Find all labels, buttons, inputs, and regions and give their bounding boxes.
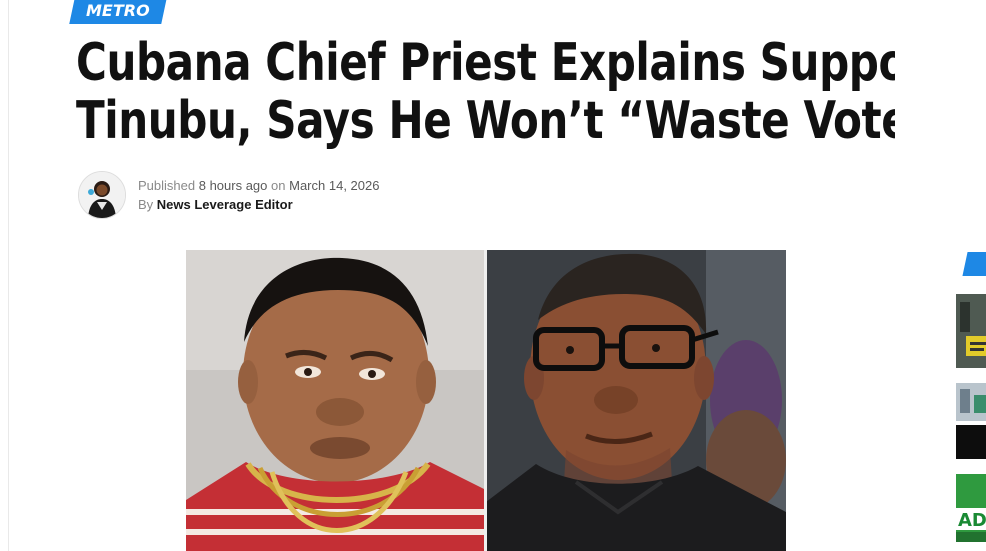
published-relative: 8 hours ago (198, 178, 268, 193)
headline-line-2: Tinubu, Says He Won’t “Waste Vote Again (76, 91, 895, 150)
author-info: By News Leverage Editor (138, 195, 379, 214)
published-on: on (271, 178, 286, 193)
avatar-icon (79, 172, 125, 218)
category-badge[interactable]: METRO (69, 0, 167, 24)
author-link[interactable]: News Leverage Editor (157, 197, 293, 212)
thumbnail-image: AD (956, 474, 986, 542)
sidebar-thumbnail-3[interactable]: AD (956, 474, 986, 542)
article-meta: Published 8 hours ago on March 14, 2026 … (138, 176, 379, 214)
sidebar-thumbnail-1[interactable] (956, 294, 986, 368)
category-label: METRO (86, 1, 150, 20)
svg-text:AD: AD (958, 510, 986, 531)
thumbnail-image (956, 383, 986, 459)
featured-image[interactable] (186, 250, 786, 551)
article-byline: Published 8 hours ago on March 14, 2026 … (78, 171, 379, 219)
author-avatar[interactable] (78, 171, 126, 219)
article-page: METRO Cubana Chief Priest Explains Suppo… (0, 0, 986, 551)
featured-photo (186, 250, 786, 551)
page-divider (8, 0, 9, 551)
thumbnail-image (956, 294, 986, 368)
publish-info: Published 8 hours ago on March 14, 2026 (138, 176, 379, 195)
headline-line-1: Cubana Chief Priest Explains Support for (76, 34, 895, 93)
published-date: March 14, 2026 (289, 178, 380, 193)
sidebar-category-tag[interactable] (962, 252, 986, 276)
article-headline: Cubana Chief Priest Explains Support for… (76, 34, 895, 150)
published-prefix: Published (138, 178, 196, 193)
sidebar-thumbnail-2[interactable] (956, 383, 986, 459)
by-prefix: By (138, 197, 154, 212)
